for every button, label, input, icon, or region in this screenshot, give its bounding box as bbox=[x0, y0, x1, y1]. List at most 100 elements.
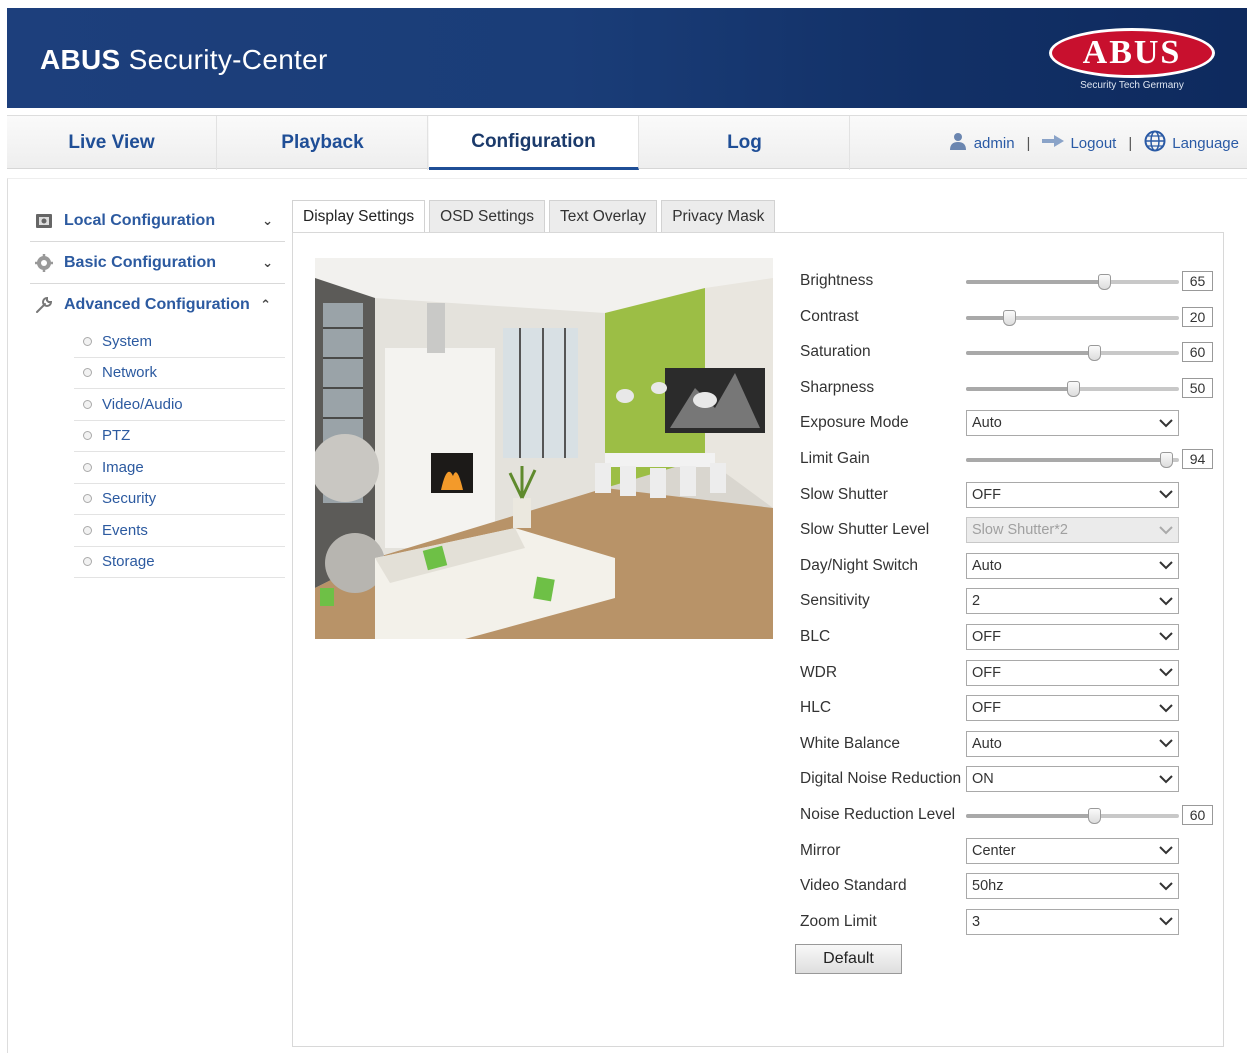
sidebar-item-security[interactable]: Security bbox=[74, 484, 285, 515]
contrast-slider[interactable] bbox=[966, 309, 1179, 326]
logo-oval: ABUS bbox=[1049, 28, 1215, 78]
chevron-down-icon: ⌄ bbox=[262, 254, 273, 270]
digital-noise-reduction-label: Digital Noise Reduction bbox=[800, 770, 962, 788]
abus-logo: ABUS Security Tech Germany bbox=[1047, 28, 1217, 96]
sidebar-local-configuration[interactable]: Local Configuration ⌄ bbox=[30, 200, 285, 242]
username-link[interactable]: admin bbox=[974, 135, 1015, 152]
wdr-select[interactable]: OFF bbox=[966, 659, 1179, 686]
slow-shutter-select[interactable]: OFF bbox=[966, 481, 1179, 508]
zoom-limit-label: Zoom Limit bbox=[800, 912, 877, 930]
bullet-icon bbox=[83, 431, 92, 441]
select-value: OFF bbox=[972, 700, 1001, 717]
zoom-limit-select[interactable]: 3 bbox=[966, 908, 1179, 935]
select-value: 2 bbox=[972, 593, 981, 610]
sidebar-item-video-audio[interactable]: Video/Audio bbox=[74, 389, 285, 421]
hlc-row: HLC OFF bbox=[800, 691, 1220, 727]
tab-live-view[interactable]: Live View bbox=[7, 116, 217, 170]
sidebar-item-label: Image bbox=[102, 458, 144, 476]
advanced-submenu: System Network Video/Audio PTZ Image Sec… bbox=[74, 326, 285, 578]
app-title: ABUS Security-Center bbox=[40, 44, 328, 76]
sidebar-item-label: Security bbox=[102, 490, 157, 508]
chevron-down-icon bbox=[1158, 696, 1174, 720]
exposure-mode-select[interactable]: Auto bbox=[966, 410, 1179, 437]
wrench-icon bbox=[34, 295, 54, 315]
chevron-down-icon bbox=[1158, 411, 1174, 435]
contrast-row: Contrast 20 bbox=[800, 300, 1220, 336]
limit-gain-value[interactable]: 94 bbox=[1182, 448, 1213, 469]
chevron-down-icon bbox=[1158, 554, 1174, 578]
select-value: 3 bbox=[972, 913, 981, 930]
app-title-brand: ABUS bbox=[40, 44, 121, 75]
white-balance-select[interactable]: Auto bbox=[966, 730, 1179, 757]
language-link[interactable]: Language bbox=[1172, 135, 1239, 152]
tab-playback[interactable]: Playback bbox=[218, 116, 428, 170]
day-night-select[interactable]: Auto bbox=[966, 552, 1179, 579]
sidebar-item-storage[interactable]: Storage bbox=[74, 547, 285, 578]
select-value: Auto bbox=[972, 557, 1002, 574]
mirror-select[interactable]: Center bbox=[966, 837, 1179, 864]
tab-osd-settings[interactable]: OSD Settings bbox=[429, 200, 546, 232]
sharpness-slider[interactable] bbox=[966, 380, 1179, 397]
default-button[interactable]: Default bbox=[795, 944, 902, 974]
bullet-icon bbox=[83, 399, 92, 409]
bullet-icon bbox=[83, 557, 92, 567]
tab-privacy-mask[interactable]: Privacy Mask bbox=[661, 200, 776, 232]
select-value: OFF bbox=[972, 486, 1001, 503]
logout-link[interactable]: Logout bbox=[1070, 135, 1116, 152]
sidebar-item-label: Storage bbox=[102, 553, 155, 571]
logout-icon bbox=[1042, 134, 1065, 152]
bullet-icon bbox=[83, 368, 92, 378]
brightness-row: Brightness 65 bbox=[800, 264, 1220, 300]
select-value: 50hz bbox=[972, 878, 1004, 895]
hlc-select[interactable]: OFF bbox=[966, 695, 1179, 722]
exposure-mode-label: Exposure Mode bbox=[800, 414, 909, 432]
slow-shutter-level-label: Slow Shutter Level bbox=[800, 521, 930, 539]
tab-log[interactable]: Log bbox=[640, 116, 850, 170]
sharpness-value[interactable]: 50 bbox=[1182, 377, 1213, 398]
day-night-row: Day/Night Switch Auto bbox=[800, 549, 1220, 585]
slider-thumb[interactable] bbox=[1066, 380, 1080, 397]
sidebar-item-events[interactable]: Events bbox=[74, 515, 285, 547]
slow-shutter-level-row: Slow Shutter Level Slow Shutter*2 bbox=[800, 513, 1220, 549]
chevron-down-icon bbox=[1158, 839, 1174, 863]
tab-configuration[interactable]: Configuration bbox=[429, 116, 639, 170]
saturation-value[interactable]: 60 bbox=[1182, 342, 1213, 363]
white-balance-label: White Balance bbox=[800, 734, 900, 752]
blc-select[interactable]: OFF bbox=[966, 623, 1179, 650]
noise-reduction-level-value[interactable]: 60 bbox=[1182, 804, 1213, 825]
brightness-value[interactable]: 65 bbox=[1182, 271, 1213, 291]
slider-thumb[interactable] bbox=[1087, 807, 1101, 824]
digital-noise-reduction-select[interactable]: ON bbox=[966, 766, 1179, 793]
tab-text-overlay[interactable]: Text Overlay bbox=[549, 200, 658, 232]
slider-fill bbox=[966, 386, 1073, 391]
contrast-value[interactable]: 20 bbox=[1182, 306, 1213, 327]
slider-thumb[interactable] bbox=[1098, 274, 1112, 290]
sidebar-item-network[interactable]: Network bbox=[74, 358, 285, 389]
day-night-label: Day/Night Switch bbox=[800, 556, 919, 574]
noise-reduction-level-slider[interactable] bbox=[966, 807, 1179, 824]
user-menu: admin | Logout | Language bbox=[948, 116, 1239, 170]
video-standard-select[interactable]: 50hz bbox=[966, 873, 1179, 900]
sharpness-label: Sharpness bbox=[800, 378, 875, 396]
slider-thumb[interactable] bbox=[1160, 451, 1174, 468]
sidebar-advanced-configuration[interactable]: Advanced Configuration ⌃ bbox=[30, 284, 285, 326]
sidebar-item-system[interactable]: System bbox=[74, 326, 285, 358]
digital-noise-reduction-row: Digital Noise Reduction ON bbox=[800, 762, 1220, 798]
tab-display-settings[interactable]: Display Settings bbox=[292, 200, 426, 232]
slider-thumb[interactable] bbox=[1087, 345, 1101, 362]
app-title-text: Security-Center bbox=[120, 44, 328, 75]
main-nav: Live View Playback Configuration Log adm… bbox=[7, 115, 1247, 170]
sensitivity-select[interactable]: 2 bbox=[966, 588, 1179, 615]
slider-thumb[interactable] bbox=[1002, 309, 1016, 326]
chevron-up-icon: ⌃ bbox=[260, 297, 271, 312]
select-value: Slow Shutter*2 bbox=[972, 522, 1068, 539]
sidebar-item-ptz[interactable]: PTZ bbox=[74, 421, 285, 452]
saturation-slider[interactable] bbox=[966, 345, 1179, 362]
sidebar-basic-configuration[interactable]: Basic Configuration ⌄ bbox=[30, 242, 285, 284]
brightness-slider[interactable] bbox=[966, 274, 1179, 290]
limit-gain-slider[interactable] bbox=[966, 451, 1179, 468]
sidebar-item-image[interactable]: Image bbox=[74, 452, 285, 484]
white-balance-row: White Balance Auto bbox=[800, 727, 1220, 763]
sharpness-row: Sharpness 50 bbox=[800, 371, 1220, 407]
select-value: Auto bbox=[972, 415, 1002, 432]
